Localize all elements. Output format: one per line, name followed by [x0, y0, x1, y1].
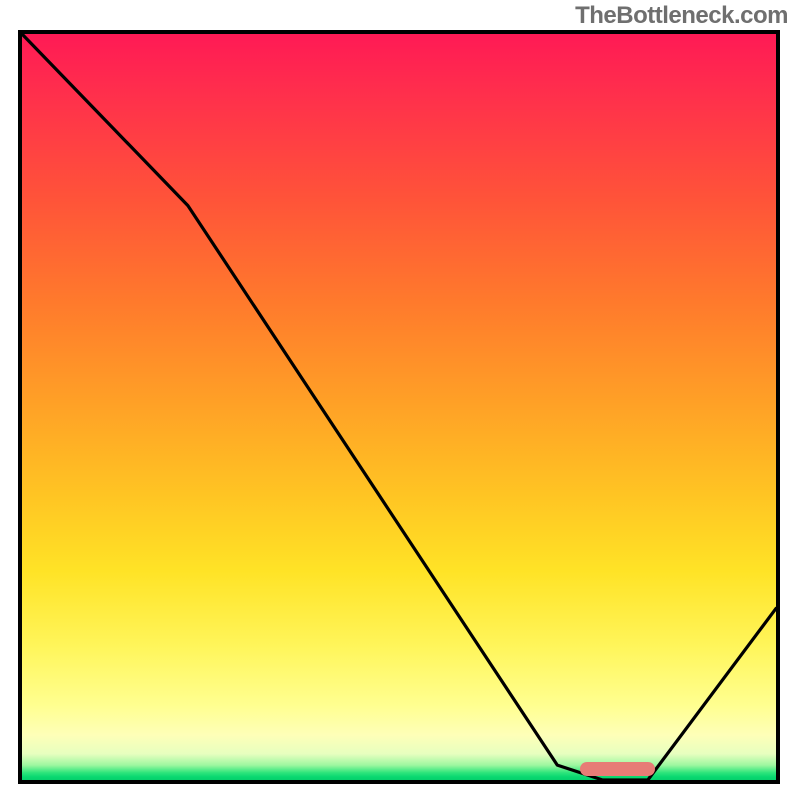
chart-stage: TheBottleneck.com — [0, 0, 800, 800]
plot-frame — [18, 30, 780, 784]
bottleneck-curve-path — [22, 34, 776, 780]
bottleneck-curve — [22, 34, 776, 780]
attribution-text: TheBottleneck.com — [575, 2, 788, 30]
optimal-range-marker — [580, 762, 655, 776]
